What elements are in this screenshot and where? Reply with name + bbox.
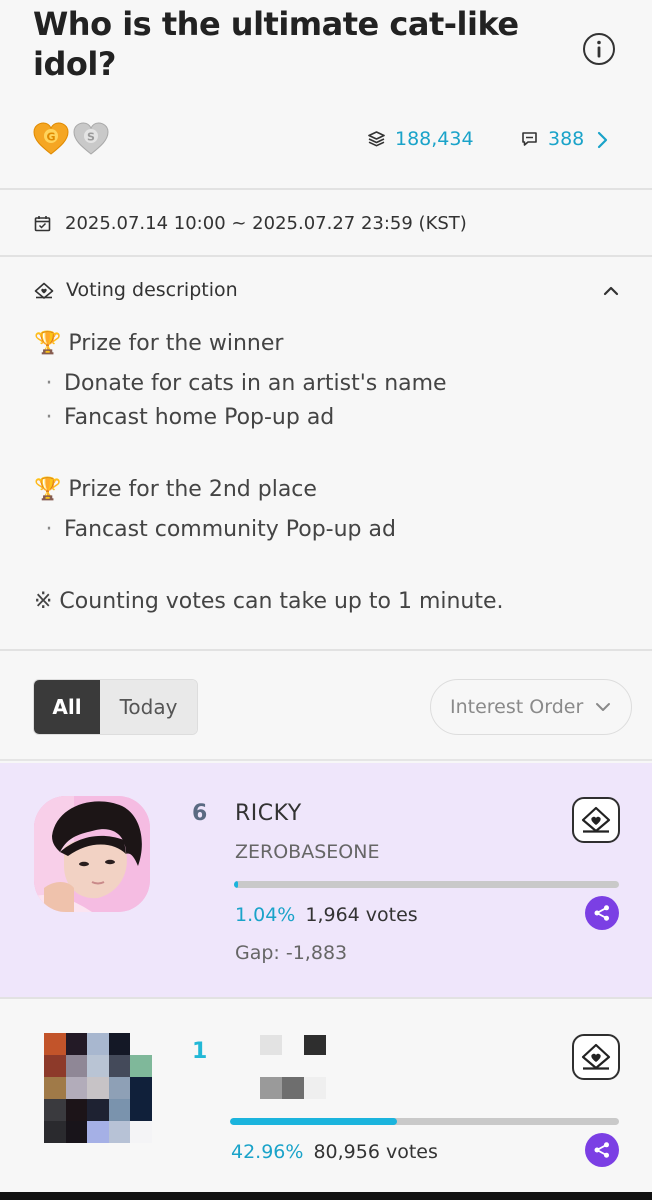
period-text: 2025.07.14 10:00 ~ 2025.07.27 23:59 (KST… bbox=[65, 213, 467, 234]
vote-button[interactable] bbox=[572, 1034, 620, 1080]
winner-prize-item: · Donate for cats in an artist's name bbox=[34, 371, 447, 396]
candidate-rank: 6 bbox=[192, 801, 208, 826]
vote-count: 1,964 votes bbox=[305, 904, 418, 926]
share-button[interactable] bbox=[585, 1133, 619, 1167]
candidate-card-highlighted: 6 RICKY ZEROBASEONE 1.04% 1,964 votes Gap… bbox=[0, 763, 652, 999]
system-nav-bar bbox=[0, 1192, 652, 1200]
tab-all[interactable]: All bbox=[34, 680, 100, 734]
winner-prize-text: Fancast home Pop-up ad bbox=[64, 405, 335, 430]
vote-percent: 42.96% bbox=[231, 1141, 304, 1163]
bullet: · bbox=[45, 517, 53, 542]
page-title: Who is the ultimate cat-like idol? bbox=[33, 5, 519, 83]
filter-bar: All Today Interest Order bbox=[0, 653, 652, 761]
period-tabs: All Today bbox=[33, 679, 198, 735]
comments-count: 388 bbox=[548, 128, 585, 150]
calendar-icon bbox=[34, 216, 51, 232]
counting-note: ※ Counting votes can take up to 1 minute… bbox=[34, 589, 504, 614]
description-toggle[interactable]: Voting description bbox=[34, 279, 238, 301]
vote-progress-fill bbox=[234, 881, 238, 888]
vote-stats: 1.04% 1,964 votes bbox=[235, 904, 418, 926]
bullet: · bbox=[45, 405, 53, 430]
description-header: Voting description bbox=[66, 279, 238, 301]
silver-heart-icon: S bbox=[73, 122, 109, 155]
share-icon bbox=[594, 905, 609, 921]
second-prize-text: Fancast community Pop-up ad bbox=[64, 517, 396, 542]
vote-button[interactable] bbox=[572, 797, 620, 843]
second-prize-item: · Fancast community Pop-up ad bbox=[34, 517, 396, 542]
candidate-photo-pixelated[interactable] bbox=[44, 1033, 152, 1143]
share-button[interactable] bbox=[585, 896, 619, 930]
chevron-right-icon[interactable] bbox=[596, 130, 610, 150]
winner-prize-item: · Fancast home Pop-up ad bbox=[34, 405, 335, 430]
comment-icon bbox=[522, 132, 537, 146]
voting-period: 2025.07.14 10:00 ~ 2025.07.27 23:59 (KST… bbox=[0, 192, 652, 257]
total-votes-count: 188,434 bbox=[395, 128, 474, 150]
second-prize-title: 🏆 Prize for the 2nd place bbox=[34, 477, 317, 502]
vote-percent: 1.04% bbox=[235, 904, 296, 926]
svg-text:G: G bbox=[46, 131, 55, 144]
winner-prize-text: Donate for cats in an artist's name bbox=[64, 371, 447, 396]
vote-progress-bar bbox=[230, 1118, 619, 1125]
sort-order-value: Interest Order bbox=[450, 696, 584, 718]
vote-box-icon bbox=[34, 282, 54, 299]
vote-gap: Gap: -1,883 bbox=[235, 942, 348, 964]
info-icon[interactable] bbox=[582, 32, 616, 66]
share-icon bbox=[594, 1142, 609, 1158]
comments-link[interactable]: 388 bbox=[521, 128, 584, 150]
candidate-rank: 1 bbox=[192, 1039, 208, 1064]
sort-order-dropdown[interactable]: Interest Order bbox=[430, 679, 632, 735]
poll-header: Who is the ultimate cat-like idol? G S 1… bbox=[0, 0, 652, 190]
winner-prize-title: 🏆 Prize for the winner bbox=[34, 331, 284, 356]
candidate-name-pixelated bbox=[260, 1035, 330, 1103]
bullet: · bbox=[45, 371, 53, 396]
total-votes: 188,434 bbox=[368, 128, 474, 150]
chevron-down-icon bbox=[596, 703, 611, 711]
candidate-card: 1 42.96% 80,956 votes bbox=[0, 1001, 652, 1192]
vote-box-icon bbox=[581, 806, 611, 833]
heart-badges: G S bbox=[33, 122, 109, 156]
vote-progress-fill bbox=[230, 1118, 398, 1125]
candidate-group: ZEROBASEONE bbox=[235, 841, 380, 863]
candidate-name: RICKY bbox=[235, 801, 302, 826]
vote-progress-bar bbox=[234, 881, 619, 888]
voting-description: Voting description 🏆 Prize for the winne… bbox=[0, 259, 652, 651]
gold-heart-icon: G bbox=[33, 122, 69, 155]
svg-text:S: S bbox=[87, 131, 95, 144]
stack-icon bbox=[368, 131, 385, 147]
chevron-up-icon[interactable] bbox=[602, 285, 620, 297]
vote-box-icon bbox=[581, 1043, 611, 1070]
candidate-photo[interactable] bbox=[34, 796, 150, 912]
vote-stats: 42.96% 80,956 votes bbox=[231, 1141, 438, 1163]
tab-today[interactable]: Today bbox=[100, 680, 197, 734]
vote-count: 80,956 votes bbox=[313, 1141, 438, 1163]
